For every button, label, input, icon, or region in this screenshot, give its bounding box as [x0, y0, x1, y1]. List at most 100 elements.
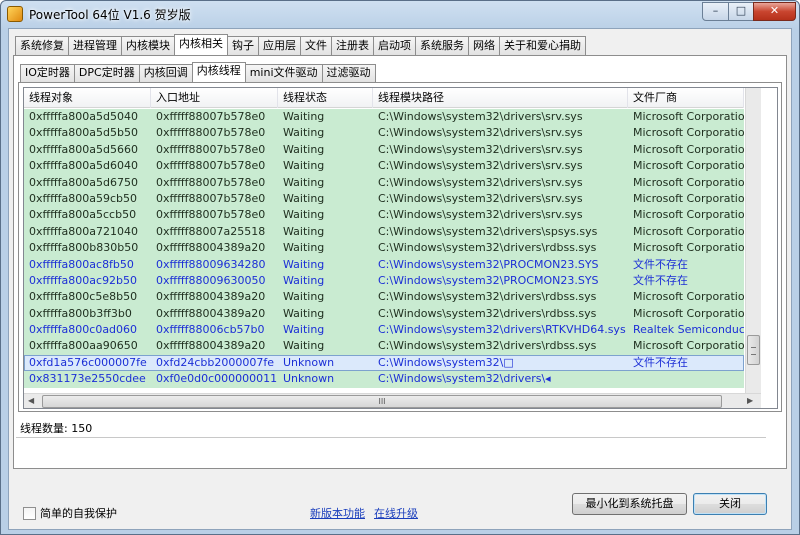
table-cell: C:\Windows\system32\drivers\RTKVHD64.sys: [378, 323, 626, 337]
table-row[interactable]: 0xfffffa800a721040 0xfffff88007a25518 Wait…: [24, 223, 744, 241]
close-button[interactable]: 关闭: [693, 493, 767, 515]
table-cell: C:\Windows\system32\drivers\srv.sys: [378, 208, 583, 222]
table-row[interactable]: 0xfffffa800a5d5040 0xfffff88007b578e0 Wait…: [24, 109, 744, 126]
self-protect-option[interactable]: 简单的自我保护: [23, 505, 117, 521]
table-cell: 0xfffffa800a5d6750: [29, 175, 138, 189]
table-row[interactable]: 0xfffffa800b830b50 0xfffff88004389a20 Wait…: [24, 240, 744, 257]
column-header[interactable]: 线程状态: [278, 88, 373, 108]
scroll-right-arrow-icon[interactable]: ▶: [747, 396, 753, 405]
column-header[interactable]: 线程对象: [24, 88, 151, 108]
status-bar: 线程数量: 150: [16, 416, 766, 438]
minimize-button[interactable]: –: [702, 2, 729, 21]
sub-tab-3[interactable]: 内核线程: [191, 62, 246, 82]
main-tab-panel: IO定时器 DPC定时器 内核回调 内核线程 mini文件驱动 过滤驱动 线程对象 入口地址…: [13, 55, 787, 469]
table-row[interactable]: 0x831173e2550cdee 0xf0e0d0c000000011 Unkno…: [24, 371, 744, 388]
maximize-button[interactable]: □: [728, 2, 754, 21]
table-row[interactable]: 0xfffffa800a5d5b50 0xfffff88007b578e0 Wait…: [24, 125, 744, 142]
table-cell: C:\Windows\system32\drivers\srv.sys: [378, 159, 583, 173]
table-row[interactable]: 0xfffffa800a5d6040 0xfffff88007b578e0 Wait…: [24, 158, 744, 175]
table-row[interactable]: 0xfffffa800a5d6750 0xfffff88007b578e0 Wait…: [24, 174, 744, 191]
table-row[interactable]: 0xfffffa800ac8fb50 0xfffff88009634280 Wait…: [24, 256, 744, 273]
vertical-scroll-thumb[interactable]: [747, 335, 760, 365]
table-cell: 0xfffff88007a25518: [156, 224, 266, 238]
table-cell: 0xfffff88007b578e0: [156, 191, 266, 205]
main-tab-strip: 系统修复 进程管理 内核模块 内核相关 钩子 应用层 文件 注册表 启动项 系统服务 网络 关于和爱心…: [15, 34, 586, 55]
column-header[interactable]: 入口地址: [151, 88, 278, 108]
table-cell: Microsoft Corporation: [633, 241, 744, 255]
main-tab-3[interactable]: 内核相关: [174, 34, 228, 55]
main-tab-5[interactable]: 应用层: [258, 36, 301, 55]
table-cell: Microsoft Corporation: [633, 142, 744, 156]
thread-list-header: 线程对象 入口地址 线程状态 线程模块路径 文件厂商: [24, 88, 744, 108]
table-cell: 0xfd1a576c000007fe: [29, 355, 147, 369]
table-cell: C:\Windows\system32\drivers\rdbss.sys: [378, 306, 597, 320]
horizontal-scrollbar[interactable]: ◀ III ▶: [24, 393, 761, 408]
table-row[interactable]: 0xfffffa800a5ccb50 0xfffff88007b578e0 Wait…: [24, 207, 744, 224]
table-cell: 文件不存在: [633, 273, 688, 287]
online-upgrade-link[interactable]: 在线升级: [374, 505, 418, 521]
table-cell: C:\Windows\system32\drivers\◂: [378, 372, 551, 386]
sub-tab-4[interactable]: mini文件驱动: [244, 64, 323, 82]
main-tab-0[interactable]: 系统修复: [15, 36, 69, 55]
app-icon: [7, 6, 23, 22]
table-row[interactable]: 0xfffffa800aa90650 0xfffff88004389a20 Wait…: [24, 338, 744, 355]
sub-tab-0[interactable]: IO定时器: [20, 64, 75, 82]
table-cell: Waiting: [283, 126, 325, 140]
table-cell: 0xfffffa800a5d6040: [29, 159, 138, 173]
scroll-left-arrow-icon[interactable]: ◀: [28, 396, 34, 405]
table-row[interactable]: 0xfffffa800b3ff3b0 0xfffff88004389a20 Wait…: [24, 305, 744, 323]
table-cell: 0xfffff88007b578e0: [156, 142, 266, 156]
table-row[interactable]: 0xfffffa800c5e8b50 0xfffff88004389a20 Wait…: [24, 289, 744, 306]
table-cell: 0xfffff88004389a20: [156, 241, 266, 255]
window-title: PowerTool 64位 V1.6 贺岁版: [29, 8, 191, 22]
table-cell: 0xfd24cbb2000007fe: [156, 355, 275, 369]
vertical-scrollbar[interactable]: [745, 88, 761, 393]
sub-tab-1[interactable]: DPC定时器: [73, 64, 140, 82]
table-cell: 0xf0e0d0c000000011: [156, 372, 278, 386]
table-row[interactable]: 0xfd1a576c000007fe 0xfd24cbb2000007fe Unkn…: [24, 354, 744, 372]
table-row[interactable]: 0xfffffa800c0ad060 0xfffff88006cb57b0 Wait…: [24, 322, 744, 339]
title-bar[interactable]: PowerTool 64位 V1.6 贺岁版 – □ ✕: [1, 1, 799, 27]
table-row[interactable]: 0xfffffa800ac92b50 0xfffff88009630050 Wait…: [24, 272, 744, 290]
sub-tab-strip: IO定时器 DPC定时器 内核回调 内核线程 mini文件驱动 过滤驱动: [20, 62, 376, 82]
minimize-to-tray-button[interactable]: 最小化到系统托盘: [572, 493, 687, 515]
table-cell: Waiting: [283, 306, 325, 320]
table-cell: Unknown: [283, 372, 335, 386]
table-cell: 0xfffffa800aa90650: [29, 339, 138, 353]
horizontal-scroll-thumb[interactable]: III: [42, 395, 722, 408]
table-cell: 0xfffff88009634280: [156, 257, 266, 271]
self-protect-label: 简单的自我保护: [40, 507, 117, 520]
table-cell: 0xfffff88009630050: [156, 273, 266, 287]
main-tab-6[interactable]: 文件: [300, 36, 332, 55]
self-protect-checkbox[interactable]: [23, 507, 36, 520]
table-cell: 0xfffff88007b578e0: [156, 175, 266, 189]
thread-count: 线程数量: 150: [20, 422, 93, 435]
main-tab-7[interactable]: 注册表: [331, 36, 374, 55]
table-cell: 0xfffff88007b578e0: [156, 126, 266, 140]
thread-list[interactable]: 线程对象 入口地址 线程状态 线程模块路径 文件厂商 0xfffffa800a5d504…: [23, 87, 778, 409]
main-tab-11[interactable]: 关于和爱心捐助: [499, 36, 586, 55]
table-cell: Waiting: [283, 290, 325, 304]
sub-tab-5[interactable]: 过滤驱动: [321, 64, 376, 82]
table-cell: 0xfffffa800c0ad060: [29, 323, 138, 337]
new-version-link[interactable]: 新版本功能: [310, 505, 365, 521]
table-cell: Microsoft Corporation: [633, 110, 744, 123]
main-tab-9[interactable]: 系统服务: [415, 36, 469, 55]
main-tab-10[interactable]: 网络: [468, 36, 500, 55]
main-tab-8[interactable]: 启动项: [373, 36, 416, 55]
close-window-button[interactable]: ✕: [753, 2, 796, 21]
sub-tab-2[interactable]: 内核回调: [138, 64, 193, 82]
client-area: 系统修复 进程管理 内核模块 内核相关 钩子 应用层 文件 注册表 启动项 系统服务 网络 关于和爱心…: [8, 28, 792, 530]
table-cell: 0xfffff88007b578e0: [156, 208, 266, 222]
main-tab-4[interactable]: 钩子: [227, 36, 259, 55]
table-row[interactable]: 0xfffffa800a5d5660 0xfffff88007b578e0 Wait…: [24, 141, 744, 159]
table-cell: Waiting: [283, 142, 325, 156]
table-cell: 0xfffffa800ac92b50: [29, 273, 138, 287]
main-tab-1[interactable]: 进程管理: [68, 36, 122, 55]
table-cell: C:\Windows\system32\drivers\rdbss.sys: [378, 241, 597, 255]
column-header[interactable]: 线程模块路径: [373, 88, 628, 108]
column-header[interactable]: 文件厂商: [628, 88, 744, 108]
main-tab-2[interactable]: 内核模块: [121, 36, 175, 55]
table-row[interactable]: 0xfffffa800a59cb50 0xfffff88007b578e0 Wait…: [24, 190, 744, 208]
table-cell: C:\Windows\system32\drivers\spsys.sys: [378, 224, 598, 238]
